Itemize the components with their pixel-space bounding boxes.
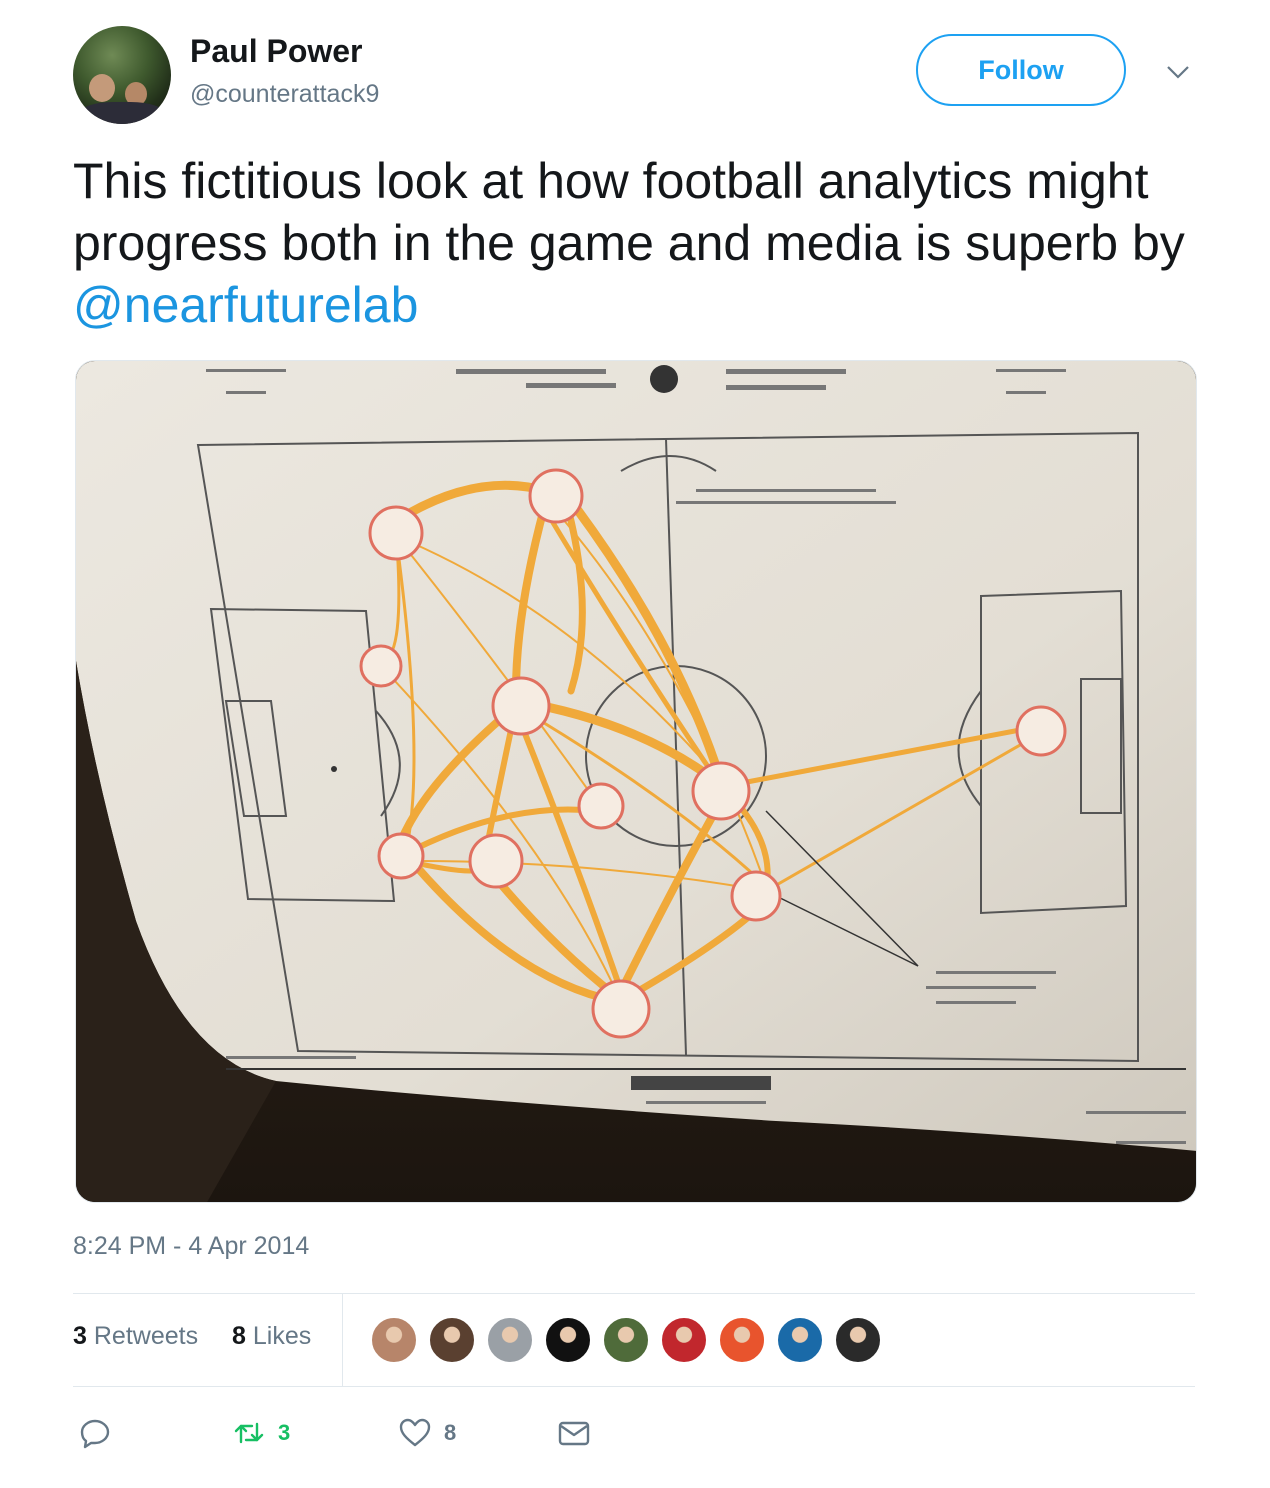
player-node <box>730 870 782 922</box>
avatar-face <box>89 74 115 102</box>
direct-message-button[interactable] <box>557 1414 591 1452</box>
likes-count: 8 <box>232 1322 246 1350</box>
player-node <box>691 761 751 821</box>
retweets-label: Retweets <box>93 1322 199 1350</box>
retweet-action-count: 3 <box>278 1420 291 1445</box>
player-node <box>1015 705 1067 757</box>
avatar-shirt <box>79 102 165 124</box>
divider <box>73 1293 1195 1294</box>
likes-stat[interactable]: 8 Likes <box>232 1322 311 1351</box>
reply-icon <box>80 1419 110 1449</box>
author-display-name[interactable]: Paul Power <box>190 33 363 70</box>
penalty-spot <box>331 766 337 772</box>
like-action-count: 8 <box>444 1420 457 1445</box>
retweet-button[interactable]: 3 <box>232 1414 290 1452</box>
liker-avatar[interactable] <box>486 1316 534 1364</box>
player-node <box>491 676 551 736</box>
tweet-text: This fictitious look at how football ana… <box>73 150 1193 336</box>
likes-label: Likes <box>252 1322 312 1350</box>
liker-avatar[interactable] <box>834 1316 882 1364</box>
retweets-stat[interactable]: 3 Retweets <box>73 1322 198 1351</box>
liker-avatar[interactable] <box>602 1316 650 1364</box>
liker-avatar[interactable] <box>428 1316 476 1364</box>
liker-avatar[interactable] <box>544 1316 592 1364</box>
reply-button[interactable] <box>78 1414 112 1452</box>
tweet-text-body: This fictitious look at how football ana… <box>73 153 1185 271</box>
player-node <box>468 833 524 889</box>
divider <box>73 1386 1195 1387</box>
author-avatar[interactable] <box>73 26 171 124</box>
envelope-icon <box>558 1421 590 1446</box>
liker-avatar[interactable] <box>660 1316 708 1364</box>
retweets-count: 3 <box>73 1322 87 1350</box>
paper-badge <box>650 365 678 393</box>
follow-button[interactable]: Follow <box>916 34 1126 106</box>
heart-icon <box>399 1418 431 1447</box>
tweet-timestamp[interactable]: 8:24 PM - 4 Apr 2014 <box>73 1232 309 1261</box>
tweet-media-photo[interactable] <box>75 360 1197 1203</box>
mention-link[interactable]: @nearfuturelab <box>73 277 418 333</box>
liker-avatar[interactable] <box>776 1316 824 1364</box>
football-passing-network-photo <box>76 361 1196 1202</box>
author-handle[interactable]: @counterattack9 <box>190 80 379 109</box>
liker-avatar[interactable] <box>370 1316 418 1364</box>
player-node <box>528 468 584 524</box>
player-node <box>368 505 424 561</box>
like-button[interactable]: 8 <box>398 1414 456 1452</box>
player-node <box>577 782 625 830</box>
player-node <box>591 979 651 1039</box>
player-node <box>359 644 403 688</box>
retweet-icon <box>234 1422 264 1444</box>
player-node <box>377 832 425 880</box>
liker-avatar[interactable] <box>718 1316 766 1364</box>
chevron-down-icon[interactable] <box>1164 62 1192 82</box>
stats-divider <box>342 1294 343 1386</box>
